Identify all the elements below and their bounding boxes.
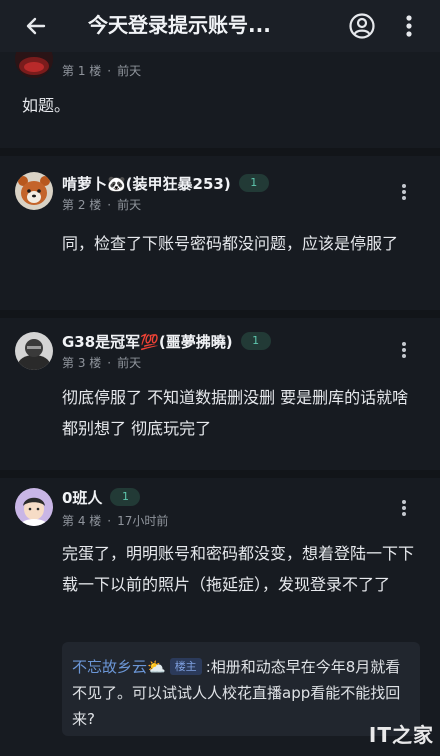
post-more-button[interactable] (392, 494, 416, 522)
top-bar: 今天登录提示账号... (0, 0, 440, 52)
more-vertical-icon (402, 342, 406, 358)
post-floor-2: 啃萝卜🐼(装甲狂暴253) 1 第 2 楼 · 前天 同，检查了下账号密码都没问题，… (0, 156, 440, 310)
username-row: 啃萝卜🐼(装甲狂暴253) 1 (62, 172, 269, 194)
level-badge: 1 (110, 488, 141, 506)
user-circle-icon (349, 13, 375, 39)
more-options-button[interactable] (394, 8, 424, 44)
post-body: 同，检查了下账号密码都没问题，应该是停服了 (62, 234, 399, 253)
arrow-left-icon (26, 17, 46, 35)
post-time: 前天 (117, 356, 142, 370)
divider (0, 310, 440, 318)
owner-badge: 楼主 (169, 658, 202, 675)
post-body: 如题。 (22, 96, 71, 115)
avatar[interactable] (15, 488, 53, 526)
cartoon-boy-avatar-image (15, 488, 53, 526)
floor-number: 第 3 楼 (62, 356, 102, 370)
red-panda-avatar-image (15, 172, 53, 210)
avatar[interactable] (15, 172, 53, 210)
username-row: 0班人 1 (62, 486, 141, 508)
floor-number: 第 2 楼 (62, 198, 102, 212)
more-vertical-icon (402, 184, 406, 200)
post-meta: 第 1 楼 · 前天 (62, 64, 142, 78)
post-more-button[interactable] (392, 336, 416, 364)
post-meta: 第 2 楼 · 前天 (62, 198, 142, 212)
post-meta: 第 3 楼 · 前天 (62, 356, 142, 370)
post-more-button[interactable] (392, 178, 416, 206)
dark-character-avatar-image (15, 332, 53, 370)
floor-number: 第 1 楼 (62, 64, 102, 78)
profile-button[interactable] (344, 8, 380, 44)
post-time: 前天 (117, 64, 142, 78)
username[interactable]: 啃萝卜🐼(装甲狂暴253) (62, 173, 231, 194)
sub-reply[interactable]: 不忘故乡云⛅ 楼主:相册和动态早在今年8月就看不见了。可以试试人人校花直播app看… (62, 642, 420, 736)
username-row: G38是冠军💯(噩夢拂曉) 1 (62, 330, 271, 352)
more-vertical-icon (406, 15, 412, 37)
post-body: 完蛋了，明明账号和密码都没变，想着登陆一下下载一下以前的照片（拖延症），发现登录… (62, 544, 415, 594)
username[interactable]: G38是冠军💯(噩夢拂曉) (62, 331, 233, 352)
post-time: 17小时前 (117, 514, 169, 528)
reply-username[interactable]: 不忘故乡云⛅ (72, 658, 166, 676)
more-vertical-icon (402, 500, 406, 516)
divider (0, 470, 440, 478)
back-button[interactable] (20, 10, 52, 42)
level-badge: 1 (238, 174, 269, 192)
username[interactable]: 0班人 (62, 487, 102, 508)
page-title: 今天登录提示账号... (88, 13, 271, 37)
watermark-logo: IT之家 (368, 723, 434, 747)
post-time: 前天 (117, 198, 142, 212)
post-floor-3: G38是冠军💯(噩夢拂曉) 1 第 3 楼 · 前天 彻底停服了 不知道数据删没删 … (0, 318, 440, 470)
avatar[interactable] (15, 332, 53, 370)
post-body: 彻底停服了 不知道数据删没删 要是删库的话就啥都别想了 彻底玩完了 (62, 388, 409, 438)
level-badge: 1 (240, 332, 271, 350)
post-meta: 第 4 楼 · 17小时前 (62, 514, 169, 528)
floor-number: 第 4 楼 (62, 514, 102, 528)
divider (0, 148, 440, 156)
